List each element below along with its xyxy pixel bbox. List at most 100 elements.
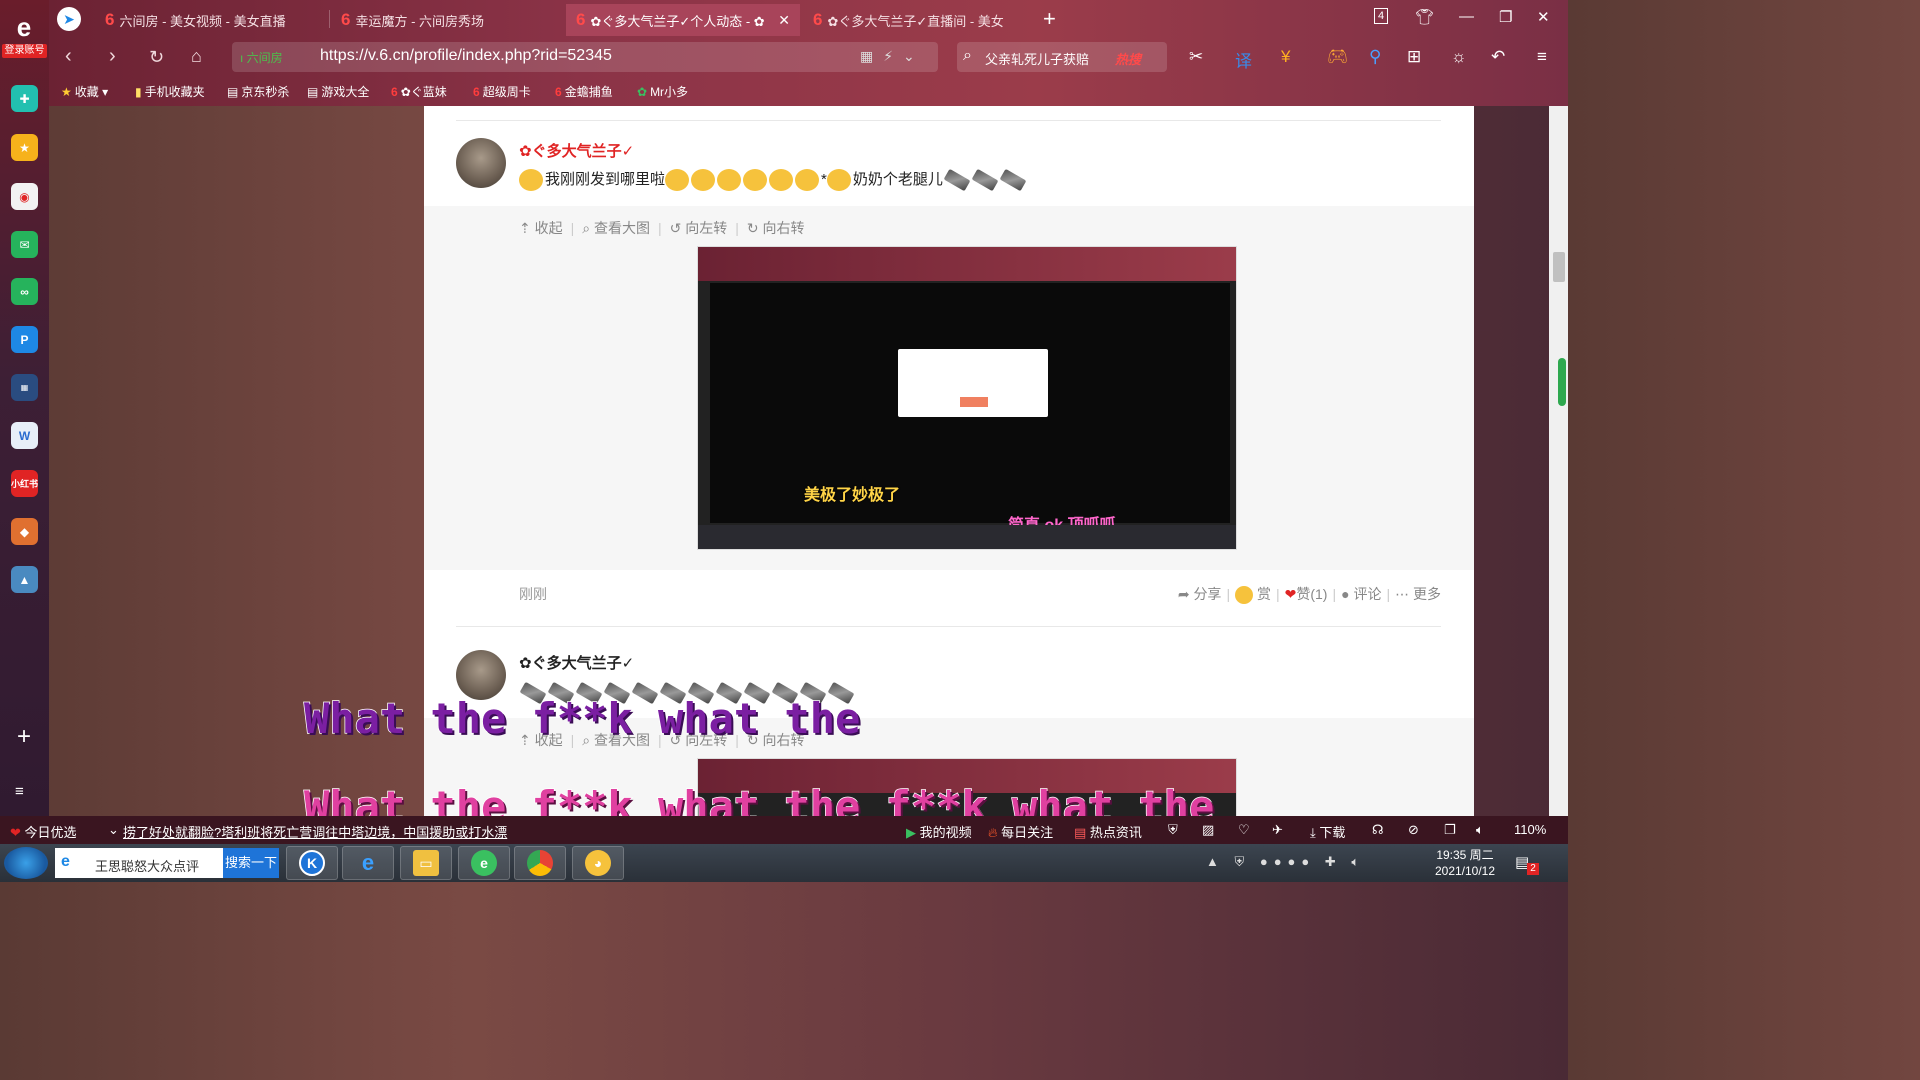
weibo-icon[interactable]: ◉ (11, 183, 38, 210)
undo-icon[interactable]: ↶ (1491, 47, 1505, 67)
map-icon[interactable]: ▲ (11, 566, 38, 593)
tab-6cn-home[interactable]: 6 六间房 - 美女视频 - 美女直播 (95, 4, 323, 36)
rotate-right-button[interactable]: ↻ 向右转 (747, 220, 805, 236)
shirt-skin-icon[interactable]: 👕︎ (1415, 8, 1434, 26)
hot-news-button[interactable]: ▤ 热点资讯 (1074, 822, 1142, 841)
rotate-left-button[interactable]: ↺ 向左转 (670, 220, 728, 236)
bookmark-lanmei[interactable]: 6 ✿ぐ蓝妹 (391, 83, 447, 100)
word-icon[interactable]: W (11, 422, 38, 449)
search-query[interactable]: 父亲轧死儿子获赔 (985, 49, 1089, 68)
taskbar-clock[interactable]: 19:35 周二 2021/10/12 (1428, 847, 1502, 879)
my-video-button[interactable]: ▶ 我的视频 (906, 822, 972, 841)
taskbar-app-k[interactable]: K (286, 846, 338, 880)
more-button[interactable]: ⋯ 更多 (1395, 586, 1441, 602)
close-window-icon[interactable]: ✕ (1537, 8, 1550, 26)
translate-icon[interactable]: 译 (1235, 47, 1252, 72)
chat-icon[interactable]: ∞ (11, 278, 38, 305)
game2-icon[interactable]: ◆ (11, 518, 38, 545)
minimize-icon[interactable]: — (1459, 8, 1474, 25)
like-button[interactable]: ❤赞(1) (1285, 586, 1328, 602)
address-tools-icon[interactable]: ▦⚡⌄ (860, 48, 925, 65)
post-image[interactable]: 美极了妙极了 简直 ok 顶呱呱 (697, 246, 1237, 550)
back-icon[interactable]: ‹ (65, 45, 72, 68)
shield-icon[interactable]: ⛨ (1168, 822, 1178, 838)
bookmark-jd[interactable]: ▤ 京东秒杀 (227, 83, 289, 100)
browser-logo-icon[interactable]: e (5, 12, 43, 42)
post-author[interactable]: ✿ぐ多大气兰子✓ (519, 140, 634, 161)
star-icon[interactable]: ★ (11, 134, 38, 161)
notification-icon[interactable]: ▤ 2 (1515, 853, 1539, 875)
collapse-button[interactable]: ⇡ 收起 (519, 220, 563, 236)
window-icon[interactable]: ❐ (1444, 822, 1456, 838)
taskbar-app-game[interactable]: ◕ (572, 846, 624, 880)
grid-apps-icon[interactable]: ⊞ (1407, 47, 1421, 67)
address-bar[interactable]: ı 六间房 https://v.6.cn/profile/index.php?r… (232, 42, 938, 72)
forward-icon[interactable]: › (109, 45, 116, 68)
rocket-icon[interactable]: ✈ (1272, 822, 1283, 838)
brightness-icon[interactable]: ☼ (1451, 47, 1467, 67)
download-button[interactable]: ⤓ 下载 (1310, 822, 1345, 841)
avatar[interactable] (456, 650, 506, 700)
url-text[interactable]: https://v.6.cn/profile/index.php?rid=523… (320, 47, 612, 65)
avatar[interactable] (456, 138, 506, 188)
list-menu-icon[interactable]: ≡ (15, 784, 33, 800)
post-author[interactable]: ✿ぐ多大气兰子✓ (519, 652, 634, 673)
add-app-icon[interactable]: + (14, 725, 34, 749)
bookmark-weekly-card[interactable]: 6 超级周卡 (473, 83, 531, 100)
zoom-search-icon[interactable]: ⚲ (1369, 47, 1381, 67)
taskbar-app-chrome[interactable] (514, 846, 566, 880)
taskbar-app-explorer[interactable]: ▭ (400, 846, 452, 880)
page-scrollbar[interactable] (1549, 106, 1568, 816)
cast-icon[interactable]: ⊘ (1408, 822, 1419, 838)
coin-icon[interactable]: ¥ (1281, 47, 1290, 67)
scrollbar-thumb[interactable] (1553, 252, 1565, 282)
share-button[interactable]: ➦ 分享 (1178, 586, 1222, 602)
taskbar-search-button[interactable]: 搜索一下 (223, 848, 279, 878)
comment-button[interactable]: ● 评论 (1341, 586, 1381, 602)
search-box[interactable]: ⌕ 父亲轧死儿子获赔 热搜 (957, 42, 1167, 72)
view-large-button[interactable]: ⌕ 查看大图 (582, 220, 650, 236)
new-tab-icon[interactable]: + (1043, 6, 1056, 32)
taskbar-app-browser[interactable]: e (458, 846, 510, 880)
restore-icon[interactable]: ❐ (1499, 8, 1512, 26)
mail-icon[interactable]: ✉ (11, 231, 38, 258)
zoom-level[interactable]: 110% (1514, 822, 1546, 837)
gamepad-icon[interactable]: 🎮︎ (1327, 47, 1349, 67)
bookmark-fishing[interactable]: 6 金蟾捕鱼 (555, 83, 613, 100)
tab-lucky-cube[interactable]: 6 幸运魔方 - 六间房秀场 (331, 4, 563, 36)
headphones-icon[interactable]: ☊ (1372, 822, 1384, 838)
reward-button[interactable]: 赏 (1235, 586, 1271, 605)
bookmark-mobile[interactable]: ▮ 手机收藏夹 (135, 83, 205, 100)
navigation-icon[interactable]: ➤ (57, 7, 81, 31)
taskbar-search-text[interactable]: 王思聪怒大众点评 (95, 856, 199, 875)
add-icon[interactable]: ✚ (11, 85, 38, 112)
volume-icon[interactable]: 🔈︎ (1476, 822, 1484, 838)
login-account-button[interactable]: 登录账号 (2, 44, 47, 58)
system-tray[interactable]: ▲ ⛨ ●●●● ✚ 🔈︎ (1206, 854, 1365, 870)
windows-start-button[interactable] (4, 847, 48, 879)
side-panel-handle[interactable] (1558, 358, 1566, 406)
today-pick[interactable]: ❤ 今日优选 (10, 822, 77, 841)
tab-profile-active[interactable]: 6 ✿ぐ多大气兰子✓个人动态 - ✿ ✕ (566, 4, 800, 36)
image-icon[interactable]: ▨ (1202, 822, 1214, 838)
close-tab-icon[interactable]: ✕ (778, 12, 790, 29)
tab-live-room[interactable]: 6 ✿ぐ多大气兰子✓直播间 - 美女 (803, 4, 1031, 36)
news-headline-link[interactable]: 捞了好处就翻脸?塔利班将死亡营调往中塔边境，中国援助或打水漂 (123, 822, 507, 841)
p-icon[interactable]: P (11, 326, 38, 353)
hot-search-badge[interactable]: 热搜 (1115, 49, 1141, 68)
heartbeat-icon[interactable]: ♡ (1238, 822, 1250, 838)
game-icon[interactable]: ▦ (11, 374, 38, 401)
bookmark-favorites[interactable]: ★ 收藏 ▾ (61, 83, 108, 100)
chevron-down-icon[interactable]: ⌄ (108, 822, 119, 838)
taskbar-app-ie[interactable]: e (342, 846, 394, 880)
tab-count-badge[interactable]: 4 (1374, 8, 1388, 24)
taskbar-search-input[interactable]: e 王思聪怒大众点评 (55, 848, 223, 878)
scissors-icon[interactable]: ✂ (1189, 47, 1203, 67)
bookmark-games[interactable]: ▤ 游戏大全 (307, 83, 369, 100)
home-icon[interactable]: ⌂ (191, 46, 202, 67)
daily-follow-button[interactable]: 🔥︎ 每日关注 (988, 822, 1053, 841)
refresh-icon[interactable]: ↻ (149, 47, 164, 68)
bookmark-mrxiaoduo[interactable]: ✿ Mr小多 (637, 83, 688, 100)
menu-icon[interactable]: ≡ (1537, 47, 1547, 67)
xiaohongshu-icon[interactable]: 小红书 (11, 470, 38, 497)
